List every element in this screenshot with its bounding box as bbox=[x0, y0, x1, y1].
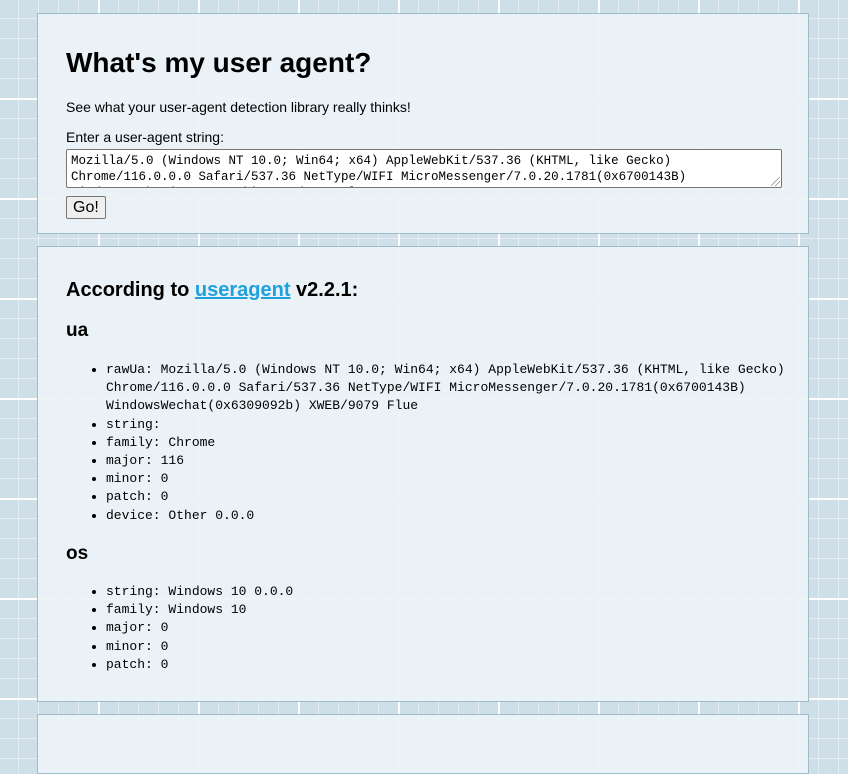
user-agent-input[interactable]: Mozilla/5.0 (Windows NT 10.0; Win64; x64… bbox=[66, 149, 782, 188]
page-title: What's my user agent? bbox=[66, 47, 372, 78]
property-item-device: device: Other 0.0.0 bbox=[106, 507, 806, 525]
page-subtitle: See what your user-agent detection libra… bbox=[66, 99, 411, 115]
library-link[interactable]: useragent bbox=[195, 279, 291, 301]
property-item-patch: patch: 0 bbox=[106, 656, 806, 674]
property-item-family: family: Windows 10 bbox=[106, 601, 806, 619]
property-item-string: string: bbox=[106, 416, 806, 434]
property-item-family: family: Chrome bbox=[106, 434, 806, 452]
result-panel: According to useragent v2.2.1: ua rawUa:… bbox=[37, 246, 809, 702]
property-item-rawua: rawUa: Mozilla/5.0 (Windows NT 10.0; Win… bbox=[106, 361, 806, 416]
library-heading-suffix: v2.2.1: bbox=[290, 279, 359, 301]
library-heading: According to useragent v2.2.1: bbox=[66, 277, 358, 303]
property-item-patch: patch: 0 bbox=[106, 488, 806, 506]
ua-property-list: rawUa: Mozilla/5.0 (Windows NT 10.0; Win… bbox=[88, 361, 806, 525]
section-heading-ua: ua bbox=[66, 320, 89, 341]
library-heading-prefix: According to bbox=[66, 279, 195, 301]
property-item-major: major: 116 bbox=[106, 452, 806, 470]
go-button[interactable]: Go! bbox=[66, 196, 106, 219]
property-item-minor: minor: 0 bbox=[106, 470, 806, 488]
user-agent-input-label: Enter a user-agent string: bbox=[66, 129, 224, 145]
section-heading-os: os bbox=[66, 543, 89, 564]
property-item-major: major: 0 bbox=[106, 619, 806, 637]
property-item-minor: minor: 0 bbox=[106, 638, 806, 656]
property-item-string: string: Windows 10 0.0.0 bbox=[106, 583, 806, 601]
user-agent-form-panel: What's my user agent? See what your user… bbox=[37, 13, 809, 234]
next-result-panel bbox=[37, 714, 809, 774]
os-property-list: string: Windows 10 0.0.0 family: Windows… bbox=[88, 583, 806, 674]
